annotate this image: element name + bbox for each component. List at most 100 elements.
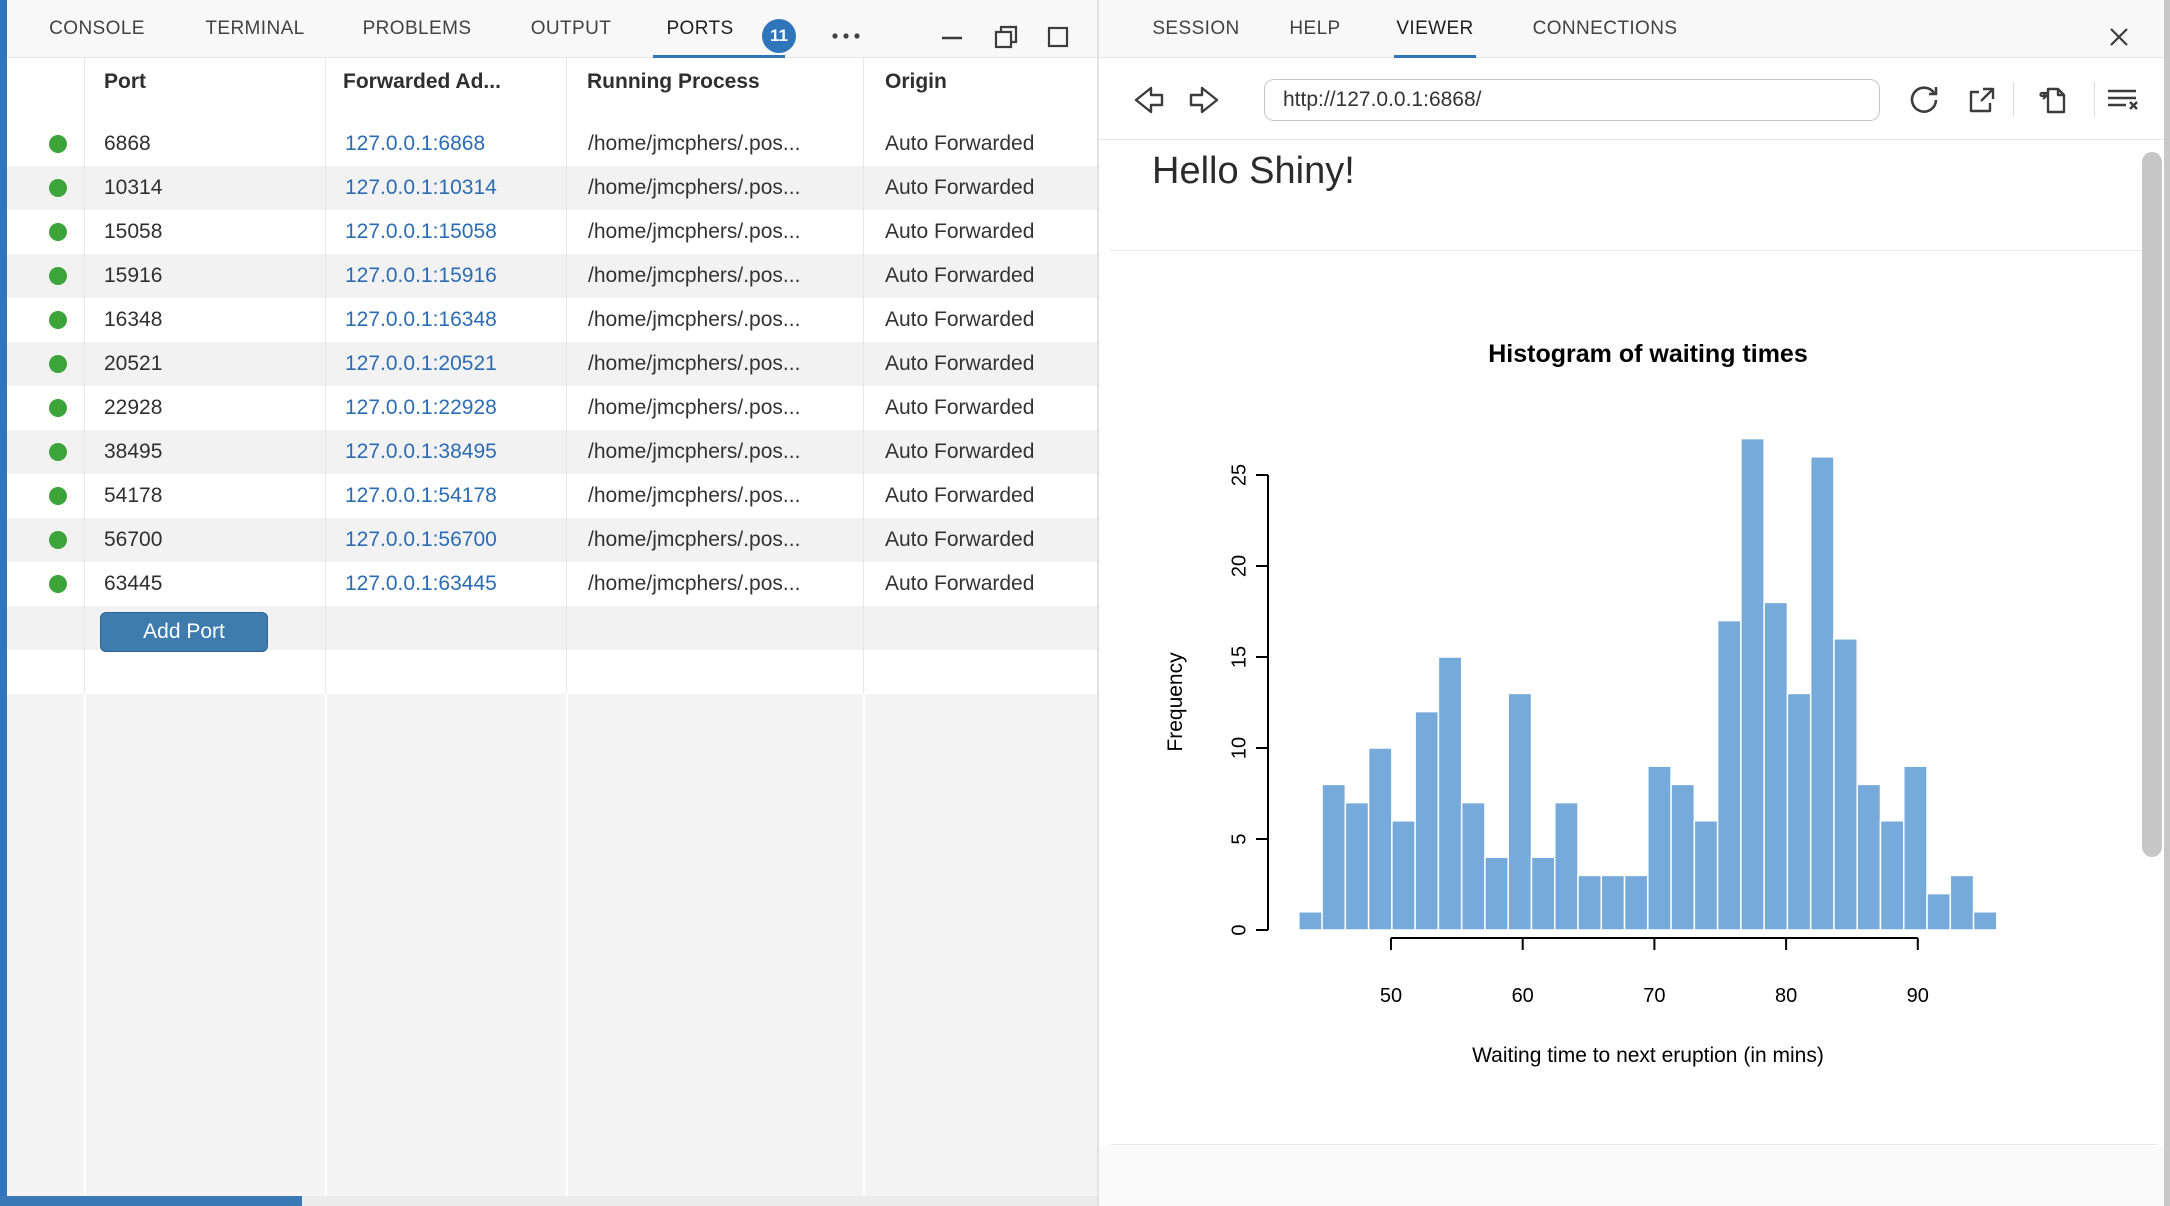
tab-ports[interactable]: PORTS <box>666 0 733 58</box>
port-status-dot <box>49 531 67 549</box>
add-port-button[interactable]: Add Port <box>100 612 268 652</box>
histogram-bar <box>1787 693 1810 930</box>
column-header-port: Port <box>104 70 146 94</box>
port-cell: 20521 <box>104 352 162 376</box>
forwarded-address-link[interactable]: 127.0.0.1:20521 <box>345 352 497 376</box>
port-status-dot <box>49 399 67 417</box>
table-row[interactable]: 54178 127.0.0.1:54178/home/jmcphers/.pos.… <box>0 474 1097 518</box>
histogram-bar <box>1741 439 1764 930</box>
column-divider <box>566 58 567 694</box>
origin-cell: Auto Forwarded <box>885 220 1034 244</box>
table-row[interactable]: 16348127.0.0.1:16348/home/jmcphers/.pos.… <box>0 298 1097 342</box>
tab-terminal[interactable]: TERMINAL <box>205 0 304 58</box>
histogram-bar <box>1299 912 1322 930</box>
forwarded-address-link[interactable]: 127.0.0.1:15916 <box>345 264 497 288</box>
histogram-bar <box>1322 784 1345 930</box>
clear-viewer-icon[interactable] <box>2104 84 2140 116</box>
tab-console[interactable]: CONSOLE <box>49 0 145 58</box>
histogram-bar <box>1345 803 1368 930</box>
x-tick-label: 90 <box>1907 985 1929 1007</box>
running-process-cell: /home/jmcphers/.pos... <box>588 264 800 288</box>
tab-session[interactable]: SESSION <box>1152 0 1239 58</box>
table-row[interactable]: 38495127.0.0.1:38495/home/jmcphers/.pos.… <box>0 430 1097 474</box>
histogram-bar <box>1834 639 1857 930</box>
histogram-bar <box>1648 766 1671 930</box>
histogram-bar <box>1718 621 1741 930</box>
x-tick-label: 70 <box>1643 985 1665 1007</box>
port-cell: 54178 <box>104 484 162 508</box>
x-tick-label: 60 <box>1512 985 1534 1007</box>
column-divider <box>84 694 86 1196</box>
empty-row <box>0 650 1097 694</box>
histogram-bar <box>1508 693 1531 930</box>
forwarded-address-link[interactable]: 127.0.0.1:63445 <box>345 572 497 596</box>
panel-separator[interactable] <box>1097 0 1099 1206</box>
reload-icon[interactable] <box>1907 83 1941 117</box>
running-process-cell: /home/jmcphers/.pos... <box>588 220 800 244</box>
close-panel-icon[interactable] <box>2106 24 2132 50</box>
table-row[interactable]: 15058 127.0.0.1:15058/home/jmcphers/.pos.… <box>0 210 1097 254</box>
table-row[interactable]: 56700 127.0.0.1:56700/home/jmcphers/.pos.… <box>0 518 1097 562</box>
port-cell: 6868 <box>104 132 151 156</box>
origin-cell: Auto Forwarded <box>885 528 1034 552</box>
restore-window-icon[interactable] <box>992 23 1020 51</box>
table-row[interactable]: 6868 127.0.0.1:6868/home/jmcphers/.pos...… <box>0 122 1097 166</box>
running-process-cell: /home/jmcphers/.pos... <box>588 484 800 508</box>
horizontal-scrollbar[interactable] <box>0 1196 1097 1206</box>
histogram-bar <box>1811 457 1834 930</box>
port-cell: 56700 <box>104 528 162 552</box>
tab-output[interactable]: OUTPUT <box>531 0 612 58</box>
app-window: CONSOLE TERMINAL PROBLEMS OUTPUT PORTS 1… <box>0 0 2170 1206</box>
forwarded-address-link[interactable]: 127.0.0.1:10314 <box>345 176 497 200</box>
save-to-editor-icon[interactable] <box>2035 83 2069 117</box>
origin-cell: Auto Forwarded <box>885 308 1034 332</box>
running-process-cell: /home/jmcphers/.pos... <box>588 528 800 552</box>
running-process-cell: /home/jmcphers/.pos... <box>588 440 800 464</box>
maximize-icon[interactable] <box>1045 24 1071 50</box>
table-row[interactable]: 10314127.0.0.1:10314/home/jmcphers/.pos.… <box>0 166 1097 210</box>
table-row[interactable]: 20521127.0.0.1:20521/home/jmcphers/.pos.… <box>0 342 1097 386</box>
forwarded-address-link[interactable]: 127.0.0.1:22928 <box>345 396 497 420</box>
y-tick-label: 20 <box>1228 555 1250 577</box>
port-status-dot <box>49 355 67 373</box>
origin-cell: Auto Forwarded <box>885 572 1034 596</box>
running-process-cell: /home/jmcphers/.pos... <box>588 396 800 420</box>
open-external-icon[interactable] <box>1965 84 1997 116</box>
tab-problems[interactable]: PROBLEMS <box>363 0 472 58</box>
port-status-dot <box>49 267 67 285</box>
column-divider <box>863 58 864 694</box>
tab-viewer[interactable]: VIEWER <box>1396 0 1473 58</box>
port-cell: 15058 <box>104 220 162 244</box>
forwarded-address-link[interactable]: 127.0.0.1:16348 <box>345 308 497 332</box>
port-status-dot <box>49 135 67 153</box>
forwarded-address-link[interactable]: 127.0.0.1:6868 <box>345 132 485 156</box>
forward-icon[interactable] <box>1186 83 1224 117</box>
table-row[interactable]: 15916127.0.0.1:15916/home/jmcphers/.pos.… <box>0 254 1097 298</box>
y-tick-label: 0 <box>1228 924 1250 935</box>
forwarded-address-link[interactable]: 127.0.0.1:15058 <box>345 220 497 244</box>
back-icon[interactable] <box>1129 83 1167 117</box>
histogram-bar <box>1927 894 1950 930</box>
column-divider <box>325 58 326 694</box>
horizontal-scrollbar-thumb[interactable] <box>0 1196 302 1206</box>
toolbar-separator <box>2013 82 2014 116</box>
port-status-dot <box>49 223 67 241</box>
forwarded-address-link[interactable]: 127.0.0.1:38495 <box>345 440 497 464</box>
window-edge-scrollbar <box>2164 0 2170 1206</box>
running-process-cell: /home/jmcphers/.pos... <box>588 132 800 156</box>
tab-connections[interactable]: CONNECTIONS <box>1533 0 1678 58</box>
table-row[interactable]: 22928127.0.0.1:22928/home/jmcphers/.pos.… <box>0 386 1097 430</box>
minimize-icon[interactable] <box>939 25 965 51</box>
toolbar-separator <box>2094 82 2095 116</box>
histogram-bar <box>1438 657 1461 930</box>
more-actions-icon[interactable] <box>831 31 861 41</box>
table-row[interactable]: 63445127.0.0.1:63445/home/jmcphers/.pos.… <box>0 562 1097 606</box>
forwarded-address-link[interactable]: 127.0.0.1:54178 <box>345 484 497 508</box>
forwarded-address-link[interactable]: 127.0.0.1:56700 <box>345 528 497 552</box>
panel-empty-area <box>0 694 1097 1196</box>
url-input[interactable]: http://127.0.0.1:6868/ <box>1264 79 1880 121</box>
column-divider <box>84 58 85 694</box>
tab-help[interactable]: HELP <box>1289 0 1340 58</box>
vertical-scrollbar-thumb[interactable] <box>2142 152 2162 857</box>
y-axis-label: Frequency <box>1164 652 1187 752</box>
